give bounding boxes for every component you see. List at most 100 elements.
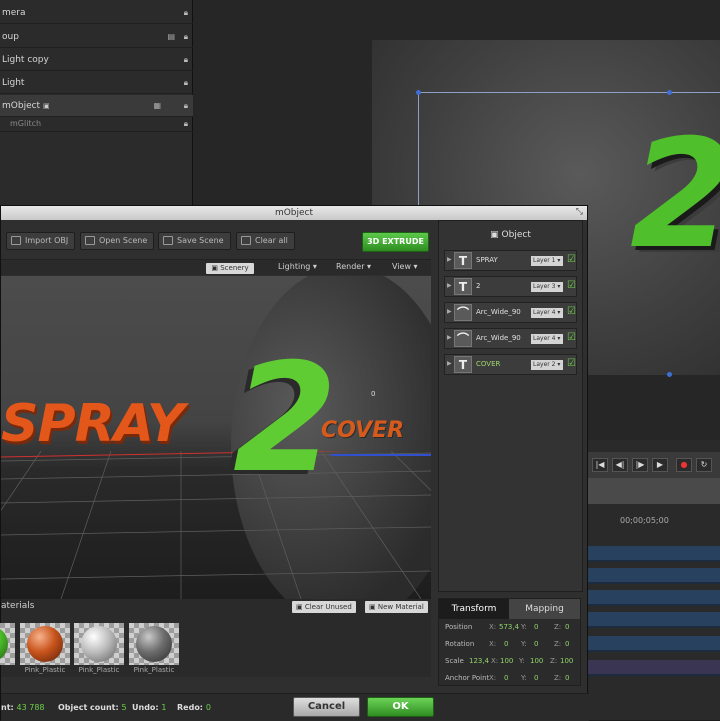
expand-arrow-icon[interactable]: ▶: [447, 334, 452, 341]
timeline-track[interactable]: [588, 546, 720, 562]
record-icon[interactable]: ●: [676, 458, 692, 472]
step-back-icon[interactable]: ◀|: [612, 458, 628, 472]
lighting-menu[interactable]: Lighting ▾: [278, 262, 317, 271]
rotation-z-field[interactable]: 0: [565, 640, 569, 648]
position-z-field[interactable]: 0: [565, 623, 569, 631]
clear-unused-button[interactable]: ▣ Clear Unused: [292, 601, 356, 613]
object-row[interactable]: ▶ T 2 Layer 3 ▾ ☑: [444, 276, 577, 297]
anchor-z-field[interactable]: 0: [565, 674, 569, 682]
object-row[interactable]: ▶ T COVER Layer 2 ▾ ☑: [444, 354, 577, 375]
undo-count: Undo: 1: [132, 703, 167, 712]
host-layer-panel: mera 🔒︎ oup ▤ 🔒︎ Light copy 🔒︎ Light 🔒︎ …: [0, 0, 193, 205]
new-material-button[interactable]: ▣ New Material: [365, 601, 428, 613]
view-menu[interactable]: View ▾: [392, 262, 418, 271]
scene-text-two[interactable]: 2: [233, 344, 337, 494]
redo-count: Redo: 0: [177, 703, 211, 712]
scale-uniform-field[interactable]: 123,4: [469, 657, 489, 665]
status-label: Object count:: [58, 703, 119, 712]
lock-icon[interactable]: 🔒︎: [184, 26, 188, 48]
cancel-button[interactable]: Cancel: [293, 697, 360, 717]
rotation-x-field[interactable]: 0: [504, 640, 508, 648]
scenery-button[interactable]: ▣ Scenery: [206, 263, 254, 274]
import-obj-button[interactable]: Import OBJ: [6, 232, 76, 250]
timeline-track[interactable]: [588, 568, 720, 584]
text-object-icon: T: [454, 356, 472, 373]
layer-select[interactable]: Layer 3 ▾: [531, 282, 563, 292]
scene-text-spray[interactable]: SPRAY: [1, 394, 185, 454]
object-row[interactable]: ▶ ⌒ Arc_Wide_90 Layer 4 ▾ ☑: [444, 302, 577, 323]
tab-transform[interactable]: Transform: [439, 599, 509, 619]
visible-checkbox[interactable]: ☑: [567, 332, 576, 343]
layer-select[interactable]: Layer 2 ▾: [531, 360, 563, 370]
timeline-track[interactable]: [588, 612, 720, 628]
resize-icon[interactable]: ⤡: [576, 207, 583, 217]
timeline-track[interactable]: [588, 660, 720, 676]
material-swatch[interactable]: [0, 623, 15, 665]
clear-icon: ▣: [296, 603, 305, 611]
layer-label: Light: [2, 78, 25, 88]
rotation-y-field[interactable]: 0: [534, 640, 538, 648]
loop-icon[interactable]: ↻: [696, 458, 712, 472]
host-layer-mobject[interactable]: mObject ▣ ▦ 🔒︎: [0, 95, 193, 117]
expand-arrow-icon[interactable]: ▶: [447, 308, 452, 315]
viewport-menu-bar: ▣ Scenery Lighting ▾ Render ▾ View ▾: [1, 259, 431, 275]
scale-z-field[interactable]: 100: [560, 657, 573, 665]
save-scene-button[interactable]: Save Scene: [158, 232, 231, 250]
host-layer-camera[interactable]: mera 🔒︎: [0, 2, 193, 24]
lock-icon[interactable]: 🔒︎: [184, 72, 188, 94]
position-y-field[interactable]: 0: [534, 623, 538, 631]
host-layer-light-copy[interactable]: Light copy 🔒︎: [0, 49, 193, 71]
timeline-track[interactable]: [588, 636, 720, 652]
layer-select[interactable]: Layer 4 ▾: [531, 334, 563, 344]
object-row[interactable]: ▶ T SPRAY Layer 1 ▾ ☑: [444, 250, 577, 271]
text-object-icon: T: [454, 278, 472, 295]
visible-checkbox[interactable]: ☑: [567, 280, 576, 291]
step-forward-icon[interactable]: |▶: [632, 458, 648, 472]
frame-handle[interactable]: [416, 90, 421, 95]
3d-extrude-button[interactable]: 3D EXTRUDE: [362, 232, 429, 252]
expand-arrow-icon[interactable]: ▶: [447, 256, 452, 263]
material-swatch[interactable]: [129, 623, 179, 665]
axis-label: Z:: [554, 674, 562, 682]
axis-label: X:: [489, 674, 497, 682]
visible-checkbox[interactable]: ☑: [567, 306, 576, 317]
timeline-track[interactable]: [588, 590, 720, 606]
button-label: New Material: [377, 603, 424, 611]
play-icon[interactable]: ▶: [652, 458, 668, 472]
3d-viewport[interactable]: SPRAY COVER 2 0: [1, 276, 431, 599]
window-title[interactable]: mObject: [1, 206, 587, 220]
position-x-field[interactable]: 573,4: [499, 623, 519, 631]
dropdown-icon: ▾: [312, 262, 317, 271]
visible-checkbox[interactable]: ☑: [567, 254, 576, 265]
frame-handle[interactable]: [667, 90, 672, 95]
row-label: Position: [445, 623, 473, 631]
status-label: Redo:: [177, 703, 204, 712]
anchor-y-field[interactable]: 0: [534, 674, 538, 682]
ok-button[interactable]: OK: [367, 697, 434, 717]
lock-icon[interactable]: 🔒︎: [184, 116, 188, 132]
open-scene-button[interactable]: Open Scene: [80, 232, 155, 250]
scale-row: Scale 123,4 X: 100 Y: 100 Z: 100: [439, 653, 580, 669]
lock-icon[interactable]: 🔒︎: [184, 49, 188, 71]
expand-arrow-icon[interactable]: ▶: [447, 282, 452, 289]
clear-all-button[interactable]: Clear all: [236, 232, 295, 250]
object-row[interactable]: ▶ ⌒ Arc_Wide_90 Layer 4 ▾ ☑: [444, 328, 577, 349]
expand-arrow-icon[interactable]: ▶: [447, 360, 452, 367]
lock-icon[interactable]: 🔒︎: [184, 95, 188, 117]
layer-select[interactable]: Layer 4 ▾: [531, 308, 563, 318]
material-swatch[interactable]: [74, 623, 124, 665]
frame-handle[interactable]: [667, 372, 672, 377]
scale-y-field[interactable]: 100: [530, 657, 543, 665]
host-layer-light[interactable]: Light 🔒︎: [0, 72, 193, 94]
host-layer-group[interactable]: oup ▤ 🔒︎: [0, 26, 193, 48]
tab-mapping[interactable]: Mapping: [509, 599, 580, 619]
visible-checkbox[interactable]: ☑: [567, 358, 576, 369]
anchor-x-field[interactable]: 0: [504, 674, 508, 682]
prev-frame-icon[interactable]: |◀: [592, 458, 608, 472]
layer-select[interactable]: Layer 1 ▾: [531, 256, 563, 266]
scale-x-field[interactable]: 100: [500, 657, 513, 665]
host-layer-mglitch[interactable]: mGlitch 🔒︎: [0, 116, 193, 132]
material-swatch[interactable]: [20, 623, 70, 665]
lock-icon[interactable]: 🔒︎: [184, 2, 188, 24]
render-menu[interactable]: Render ▾: [336, 262, 371, 271]
